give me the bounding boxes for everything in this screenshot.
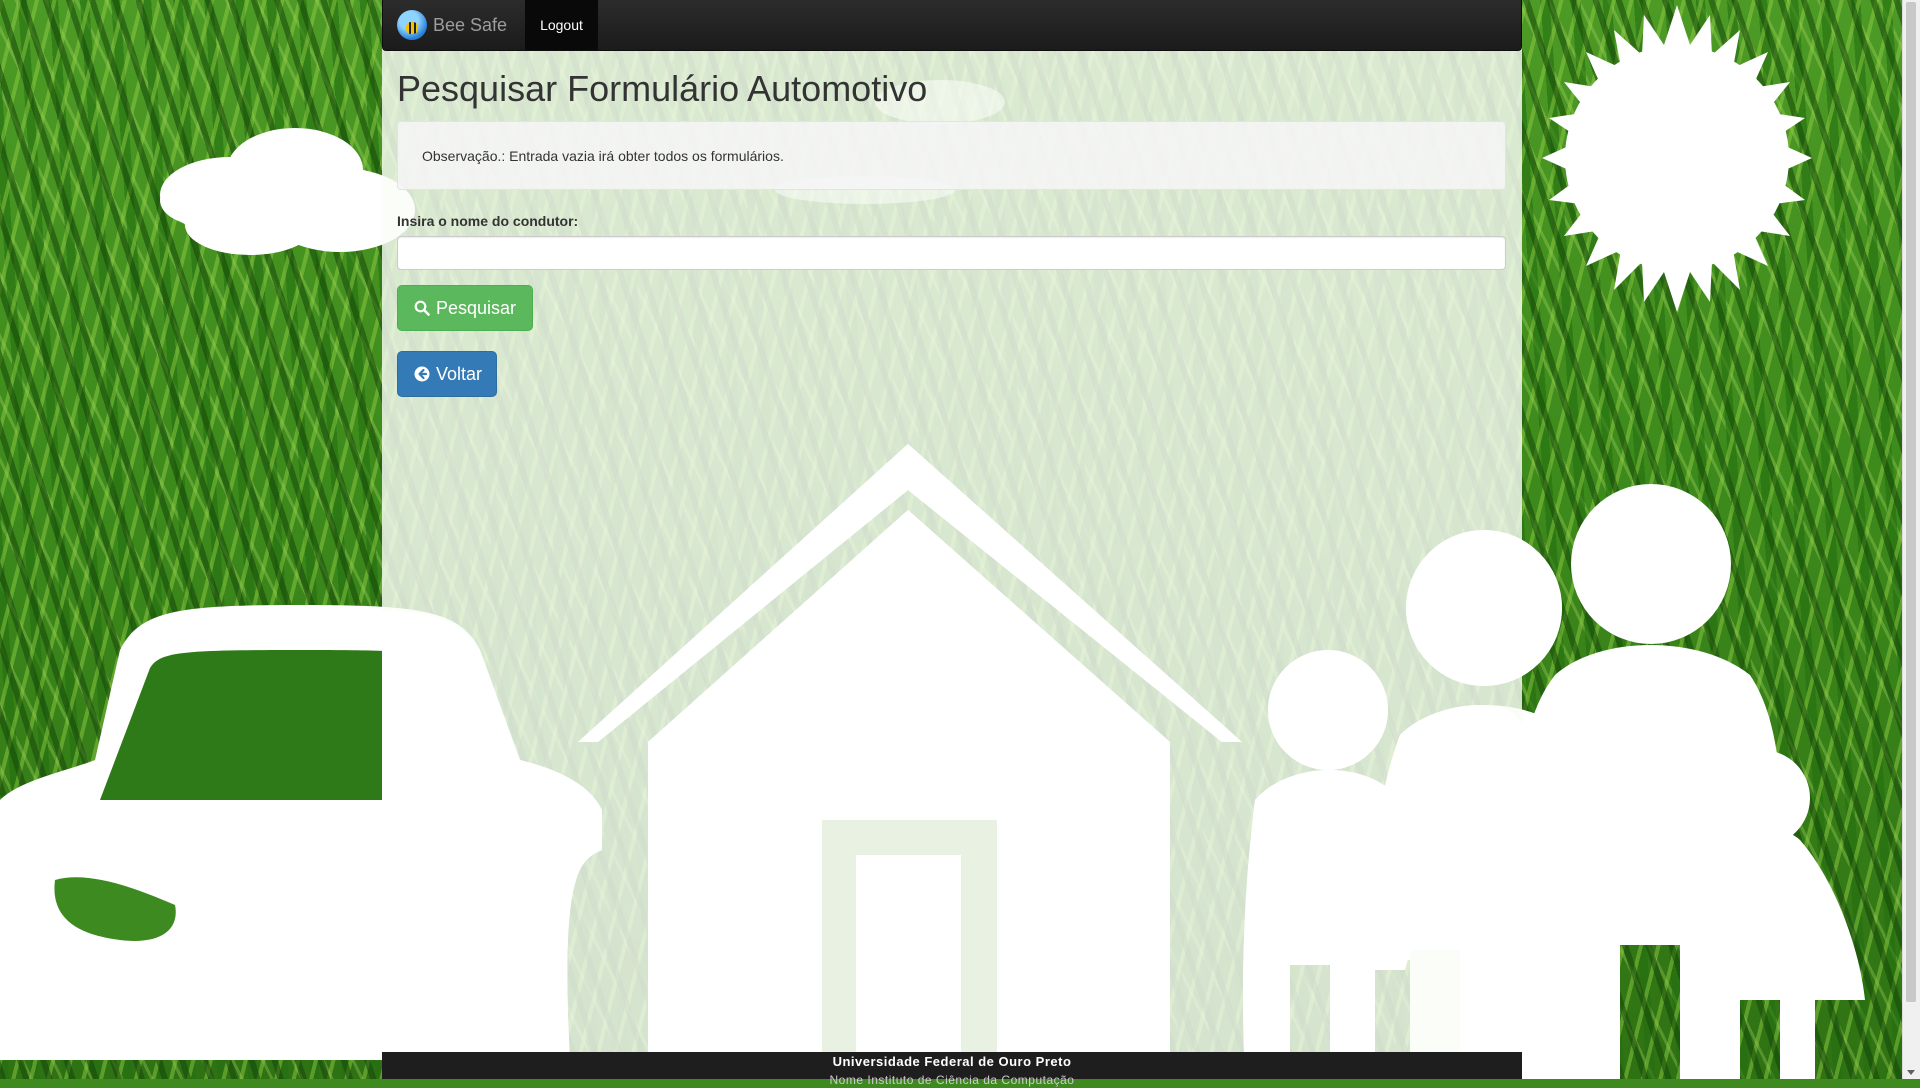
search-icon: [414, 300, 430, 316]
search-button-label: Pesquisar: [436, 297, 517, 318]
vertical-scrollbar[interactable]: [1902, 0, 1920, 1079]
info-note-text: Observação.: Entrada vazia irá obter tod…: [422, 147, 784, 164]
scrollbar-thumb[interactable]: [1906, 2, 1916, 1002]
cloud-left: [160, 128, 415, 255]
driver-name-label: Insira o nome do condutor:: [397, 213, 579, 229]
page-footer: Universidade Federal de Ouro Preto Nome …: [382, 1052, 1522, 1087]
brand-link[interactable]: Bee Safe: [397, 0, 507, 50]
sun: [1542, 5, 1812, 312]
footer-subline: Nome Instituto de Ciência da Computação: [829, 1073, 1075, 1087]
driver-name-input[interactable]: [397, 236, 1506, 270]
footer-institution: Universidade Federal de Ouro Preto: [832, 1054, 1072, 1069]
bee-logo-icon: [397, 10, 427, 40]
arrow-circle-left-icon: [414, 366, 430, 382]
brand-name: Bee Safe: [433, 14, 508, 35]
back-button-label: Voltar: [436, 363, 483, 384]
logout-link[interactable]: Logout: [525, 0, 598, 50]
back-button[interactable]: Voltar: [397, 351, 497, 397]
page-title: Pesquisar Formulário Automotivo: [397, 68, 928, 109]
top-navbar: Bee Safe Logout: [382, 0, 1522, 51]
scroll-down-arrow-icon[interactable]: [1907, 1070, 1915, 1075]
info-note: Observação.: Entrada vazia irá obter tod…: [397, 121, 1506, 190]
search-button[interactable]: Pesquisar: [397, 285, 533, 331]
